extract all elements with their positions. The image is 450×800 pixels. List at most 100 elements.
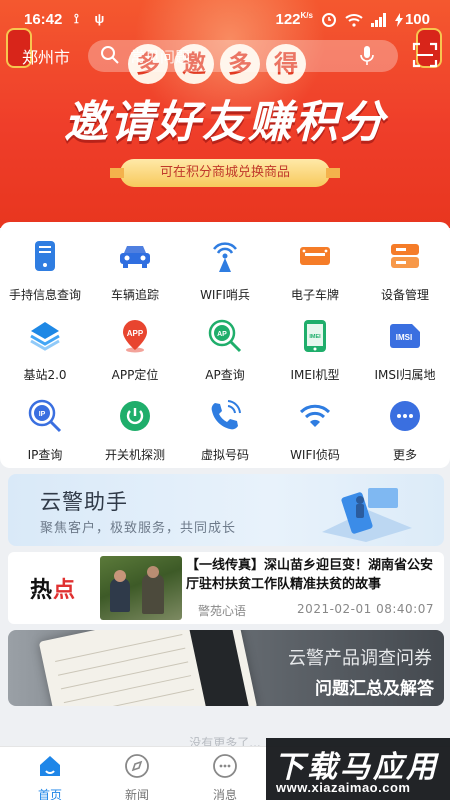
feature-imei-model[interactable]: IMEI IMEI机型	[270, 310, 360, 390]
feature-label: 基站2.0	[23, 368, 67, 382]
feature-ap-query[interactable]: AP AP查询	[180, 310, 270, 390]
imei-phone-icon: IMEI	[297, 318, 333, 354]
survey-banner[interactable]: 云警产品调查问券 问题汇总及解答	[8, 630, 444, 706]
battery-level: 100	[404, 11, 430, 28]
banner-headline: 邀请好友赚积分	[64, 97, 386, 148]
feature-wifi-code[interactable]: WIFI侦码	[270, 390, 360, 470]
feature-label: IMSI归属地	[374, 368, 436, 382]
wifi-icon	[297, 398, 333, 434]
compass-icon	[125, 754, 149, 778]
wifi-status-icon	[345, 13, 363, 27]
home-icon	[40, 756, 60, 776]
phone-call-icon	[207, 398, 243, 434]
imsi-sim-icon: IMSI	[387, 318, 423, 354]
notebook-line	[55, 633, 183, 662]
feature-handheld-query[interactable]: 手持信息查询	[0, 230, 90, 310]
feature-label: IP查询	[27, 448, 63, 462]
news-thumbnail	[100, 556, 182, 620]
news-title[interactable]: 【一线传真】深山苗乡迎巨变！湖南省公安厅驻村扶贫工作队精准扶贫的故事	[186, 556, 440, 594]
feature-label: 更多	[392, 448, 417, 462]
news-card[interactable]: 热点 【一线传真】深山苗乡迎巨变！湖南省公安厅驻村扶贫工作队精准扶贫的故事 警苑…	[8, 552, 444, 624]
feature-label: IMEI机型	[290, 368, 340, 382]
scan-icon[interactable]	[412, 42, 438, 68]
feature-more[interactable]: 更多	[360, 390, 450, 470]
wifi-tower-icon	[207, 238, 243, 274]
more-dots-icon	[387, 398, 423, 434]
microphone-icon[interactable]	[360, 46, 374, 66]
device-box-icon	[387, 238, 423, 274]
tab-label: 消息	[212, 788, 237, 800]
feature-label: 手持信息查询	[8, 288, 81, 302]
ap-search-icon: AP	[207, 318, 243, 354]
feature-label: 虚拟号码	[200, 448, 249, 462]
battery-icon: 100	[394, 11, 430, 28]
status-notification-icons: ⟟ ψ	[74, 11, 111, 26]
search-input[interactable]: 常见问题	[130, 46, 190, 67]
feature-imsi-location[interactable]: IMSI IMSI归属地	[360, 310, 450, 390]
speed-value: 122	[275, 11, 301, 28]
feature-label: 设备管理	[380, 288, 429, 302]
search-icon	[101, 46, 119, 64]
network-speed: 122K/s	[275, 11, 312, 28]
feature-app-location[interactable]: APP APP定位	[90, 310, 180, 390]
feature-label: WIFI哨兵	[200, 288, 250, 302]
tab-news[interactable]: 新闻	[107, 753, 167, 800]
feature-grid-card: 手持信息查询 车辆追踪 WIFI哨兵 电子车牌 设备管理 基站2.0 APP A…	[0, 222, 450, 468]
feature-e-plate[interactable]: 电子车牌	[270, 230, 360, 310]
feature-label: 开关机探测	[104, 448, 165, 462]
svg-text:IP: IP	[39, 411, 46, 418]
speed-unit: K/s	[300, 11, 313, 20]
feature-device-management[interactable]: 设备管理	[360, 230, 450, 310]
thumb-head	[114, 570, 126, 582]
tab-messages[interactable]: 消息	[195, 753, 255, 800]
tab-label: 首页	[37, 788, 62, 800]
city-selector[interactable]: 郑州市	[22, 44, 70, 68]
feature-label: APP定位	[111, 368, 159, 382]
thumb-figure	[110, 578, 130, 612]
notebook-line	[63, 675, 192, 704]
svg-text:AP: AP	[217, 331, 227, 338]
news-source: 警苑心语	[198, 604, 247, 618]
thumb-head	[147, 566, 159, 578]
notebook-line	[57, 647, 186, 676]
assistant-banner[interactable]: 云警助手 聚焦客户，极致服务，共同成长	[8, 474, 444, 546]
feature-vehicle-tracking[interactable]: 车辆追踪	[90, 230, 180, 310]
hot-topic-label: 热点	[30, 572, 76, 604]
thumb-figure	[142, 574, 164, 614]
feature-ip-query[interactable]: IP IP查询	[0, 390, 90, 470]
news-date: 2021-02-01 08:40:07	[297, 602, 434, 616]
charging-icon	[394, 12, 403, 27]
base-station-icon	[27, 318, 63, 354]
feature-label: WIFI侦码	[290, 448, 340, 462]
search-bar[interactable]: 常见问题	[88, 40, 398, 72]
svg-text:APP: APP	[127, 329, 144, 338]
status-time: 16:42	[24, 11, 63, 28]
notebook-line	[60, 661, 189, 690]
site-watermark: 下载马应用 www.xiazaimao.com	[266, 738, 450, 800]
app-location-pin-icon: APP	[117, 318, 153, 354]
notebook-illustration	[38, 630, 258, 706]
feature-label: AP查询	[205, 368, 245, 382]
assistant-title: 云警助手	[40, 490, 128, 514]
invite-banner[interactable]: 16:42 ⟟ ψ 122K/s 100 郑州市 多 邀 多 得 常见问题 邀请…	[0, 0, 450, 228]
tab-label: 新闻	[124, 788, 149, 800]
feature-grid: 手持信息查询 车辆追踪 WIFI哨兵 电子车牌 设备管理 基站2.0 APP A…	[0, 230, 450, 470]
tab-home[interactable]: 首页	[20, 753, 80, 800]
ip-search-icon: IP	[27, 398, 63, 434]
feature-base-station[interactable]: 基站2.0	[0, 310, 90, 390]
feature-wifi-sentinel[interactable]: WIFI哨兵	[180, 230, 270, 310]
feature-power-detect[interactable]: 开关机探测	[90, 390, 180, 470]
phone-illustration-icon	[322, 488, 412, 542]
signal-icon	[370, 12, 386, 27]
survey-title: 云警产品调查问券	[288, 648, 432, 669]
alarm-icon	[321, 12, 336, 27]
hot-char: 热	[30, 578, 54, 603]
license-plate-icon	[297, 238, 333, 274]
assistant-slogan: 聚焦客户，极致服务，共同成长	[40, 521, 237, 536]
survey-subtitle: 问题汇总及解答	[315, 679, 434, 699]
watermark-url: www.xiazaimao.com	[276, 780, 411, 795]
svg-text:IMEI: IMEI	[309, 334, 321, 340]
power-icon	[117, 398, 153, 434]
banner-subtitle: 可在积分商城兑换商品	[110, 159, 340, 187]
feature-virtual-number[interactable]: 虚拟号码	[180, 390, 270, 470]
